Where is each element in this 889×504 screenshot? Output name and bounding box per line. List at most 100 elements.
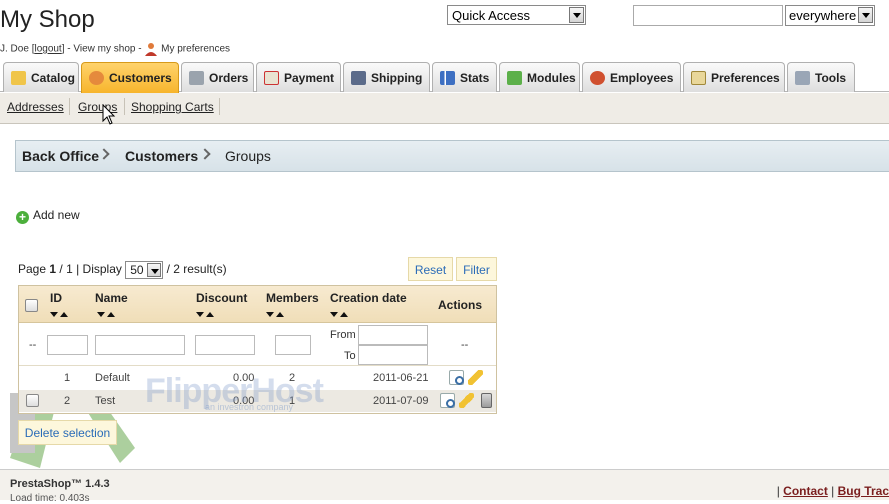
row-id: 1	[64, 372, 71, 384]
wrench-icon	[795, 71, 810, 85]
view-icon[interactable]	[449, 370, 464, 385]
user-name: J. Doe	[0, 43, 29, 55]
divider	[124, 98, 125, 115]
actions-placeholder: --	[461, 339, 469, 351]
footer: PrestaShop™ 1.4.3 Load time: 0.403s | Co…	[0, 469, 889, 504]
filter-date-to-input[interactable]	[358, 345, 428, 365]
sort-members-icon[interactable]	[266, 312, 286, 320]
row-checkbox[interactable]	[26, 394, 39, 407]
sort-name-icon[interactable]	[97, 312, 117, 320]
column-actions: Actions	[438, 298, 483, 312]
filter-members-input[interactable]	[275, 335, 311, 355]
bug-tracker-link[interactable]: Bug Trac	[838, 484, 889, 498]
chevron-right-icon	[199, 148, 211, 160]
breadcrumb-back-office[interactable]: Back Office	[22, 148, 99, 164]
preferences-icon	[691, 71, 706, 85]
quick-access-select[interactable]: Quick Access	[447, 5, 586, 25]
user-icon	[144, 42, 158, 56]
pagination: Page 1 / 1 | Display 50 / 2 result(s)	[18, 261, 227, 279]
folder-icon	[11, 71, 26, 85]
view-shop-link[interactable]: View my shop	[73, 44, 135, 55]
row-name: Default	[95, 372, 130, 384]
row-date: 2011-07-09	[373, 395, 429, 407]
divider	[219, 98, 220, 115]
puzzle-icon	[507, 71, 522, 85]
column-creation-date: Creation date	[330, 291, 407, 305]
tab-employees[interactable]: Employees	[582, 62, 681, 92]
view-icon[interactable]	[440, 393, 455, 408]
tab-shipping[interactable]: Shipping	[343, 62, 430, 92]
breadcrumb-groups: Groups	[225, 148, 271, 164]
footer-load-time: Load time: 0.403s	[10, 493, 90, 504]
sort-date-icon[interactable]	[330, 312, 350, 320]
trash-icon[interactable]	[481, 393, 492, 408]
logout-link[interactable]: logout	[34, 44, 61, 55]
search-scope-value: everywhere	[789, 8, 857, 23]
filter-id-input[interactable]	[47, 335, 88, 355]
main-tabs: Catalog Customers Orders Payment Shippin…	[0, 62, 889, 93]
sort-id-icon[interactable]	[50, 312, 70, 320]
add-new-link[interactable]: + Add new	[16, 208, 80, 224]
chevron-down-icon[interactable]	[569, 7, 584, 23]
truck-icon	[351, 71, 366, 85]
filter-button[interactable]: Filter	[456, 257, 497, 281]
tab-preferences[interactable]: Preferences	[683, 62, 785, 92]
reset-button[interactable]: Reset	[408, 257, 453, 281]
tab-payment[interactable]: Payment	[256, 62, 341, 92]
tab-catalog[interactable]: Catalog	[3, 62, 79, 92]
delete-selection-button[interactable]: Delete selection	[18, 420, 117, 445]
search-scope-select[interactable]: everywhere	[785, 5, 875, 26]
filter-date-from-input[interactable]	[358, 325, 428, 345]
to-label: To	[344, 350, 356, 362]
chart-icon	[440, 71, 455, 85]
add-icon: +	[16, 211, 29, 224]
my-preferences-link[interactable]: My preferences	[161, 44, 230, 55]
breadcrumb-customers[interactable]: Customers	[125, 148, 198, 164]
user-line: J. Doe [logout] - View my shop - My pref…	[0, 42, 231, 56]
quick-access-value: Quick Access	[452, 8, 531, 23]
column-discount: Discount	[196, 291, 248, 305]
contact-link[interactable]: Contact	[783, 484, 828, 498]
row-name: Test	[95, 395, 116, 407]
select-all-checkbox[interactable]	[25, 299, 38, 312]
tab-customers[interactable]: Customers	[81, 62, 179, 93]
divider	[69, 98, 70, 115]
filter-name-input[interactable]	[95, 335, 185, 355]
shop-title: My Shop	[0, 6, 95, 33]
sub-navigation: Addresses Groups Shopping Carts	[0, 93, 889, 124]
row-date: 2011-06-21	[373, 372, 429, 384]
customer-icon	[89, 71, 104, 85]
tab-tools[interactable]: Tools	[787, 62, 855, 92]
from-label: From	[330, 329, 356, 341]
edit-icon[interactable]	[468, 370, 483, 385]
tab-orders[interactable]: Orders	[181, 62, 254, 92]
table-header: ID Name Discount Members Creation date A…	[19, 286, 496, 323]
chevron-down-icon[interactable]	[858, 7, 873, 23]
column-members: Members	[266, 291, 319, 305]
edit-icon[interactable]	[459, 393, 474, 408]
mouse-cursor-icon	[102, 104, 116, 125]
tab-modules[interactable]: Modules	[499, 62, 580, 92]
footer-brand: PrestaShop™ 1.4.3	[10, 478, 110, 490]
row-id: 2	[64, 395, 71, 407]
search-input[interactable]	[633, 5, 783, 26]
chevron-right-icon	[98, 148, 110, 160]
subnav-addresses[interactable]: Addresses	[7, 100, 64, 114]
current-page: 1	[49, 262, 57, 277]
cart-icon	[189, 71, 204, 85]
sort-discount-icon[interactable]	[196, 312, 216, 320]
column-id: ID	[50, 291, 62, 305]
payment-icon	[264, 71, 279, 85]
page-size-select[interactable]: 50	[125, 261, 164, 279]
watermark-tagline: an investron company	[205, 402, 294, 412]
breadcrumb: Back Office Customers Groups	[15, 140, 889, 172]
employee-icon	[590, 71, 605, 85]
subnav-shopping-carts[interactable]: Shopping Carts	[131, 100, 214, 114]
tab-stats[interactable]: Stats	[432, 62, 497, 92]
filter-placeholder: --	[29, 339, 37, 351]
chevron-down-icon[interactable]	[147, 263, 162, 277]
filter-row: -- From To --	[19, 324, 496, 366]
filter-discount-input[interactable]	[195, 335, 255, 355]
column-name: Name	[95, 291, 128, 305]
footer-links: | Contact | Bug Trac	[776, 484, 889, 498]
